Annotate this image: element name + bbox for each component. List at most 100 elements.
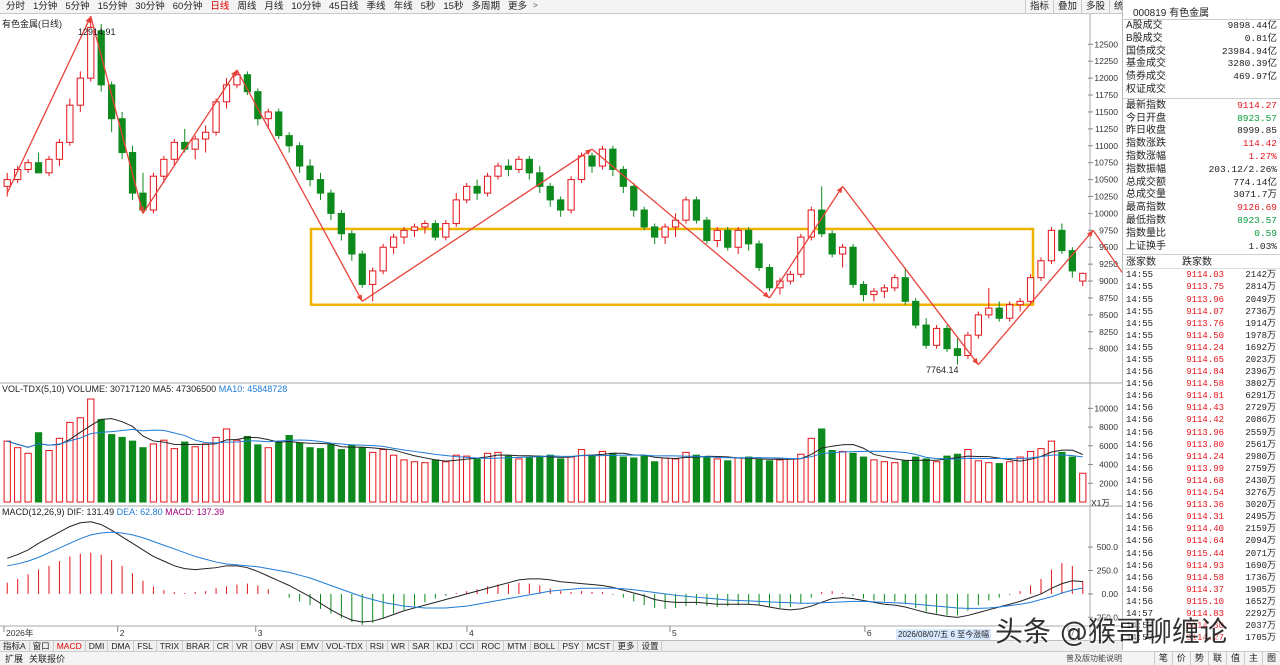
period-tab[interactable]: 日线	[206, 1, 233, 13]
indicator-tab[interactable]: BOLL	[531, 641, 560, 651]
tool-button[interactable]: 叠加	[1052, 0, 1081, 14]
volume-bar	[577, 449, 586, 503]
index-name: 有色金属	[1169, 8, 1210, 19]
indicator-tab[interactable]: SAR	[409, 641, 434, 651]
chevron-right-icon[interactable]: >	[531, 1, 538, 13]
tick-row: 14:56 9114.58 3802万	[1123, 378, 1280, 390]
y-tick-label: 9250	[1099, 259, 1118, 269]
chart-area[interactable]: 12500 12250 12000 11750 11500 11250 11000 10750…	[0, 14, 1122, 640]
indicator-tab[interactable]: KDJ	[434, 641, 457, 651]
indicator-tab[interactable]: FSL	[134, 641, 157, 651]
candle-body	[985, 307, 993, 316]
indicator-tab[interactable]: WR	[388, 641, 410, 651]
indicator-tab[interactable]: CCI	[457, 641, 479, 651]
indicator-tab[interactable]: RSI	[367, 641, 388, 651]
tick-row: 14:55 9114.50 1978万	[1123, 330, 1280, 342]
bottom-right-button[interactable]: 主	[1243, 652, 1262, 665]
indicator-tab[interactable]: MACD	[54, 641, 86, 651]
stat-label: 最高指数	[1126, 202, 1166, 214]
period-tab[interactable]: 45日线	[325, 1, 363, 13]
period-tab[interactable]: 60分钟	[169, 1, 207, 13]
indicator-tab[interactable]: PSY	[559, 641, 584, 651]
volume-bar	[995, 463, 1003, 503]
indicator-tab[interactable]: OBV	[252, 641, 277, 651]
period-tab[interactable]: 15分钟	[94, 1, 132, 13]
tick-time: 14:55	[1126, 342, 1154, 353]
indicator-tab[interactable]: MTM	[504, 641, 531, 651]
period-tab[interactable]: 5分钟	[61, 1, 93, 13]
period-tab[interactable]: 周线	[233, 1, 260, 13]
indicator-tab[interactable]: 指标A	[0, 641, 30, 651]
indicator-tab[interactable]: 设置	[638, 641, 663, 651]
period-tab[interactable]: 多周期	[467, 1, 504, 13]
period-tab[interactable]: 年线	[390, 1, 417, 13]
indicator-tab[interactable]: 窗口	[30, 641, 54, 651]
candle-body	[348, 233, 356, 255]
bottom-right-button[interactable]: 价	[1171, 652, 1190, 665]
period-tab[interactable]: 15秒	[439, 1, 467, 13]
volume-bar	[849, 452, 857, 503]
indicator-tab[interactable]: MCST	[583, 641, 615, 651]
indicator-tab[interactable]: VR	[233, 641, 252, 651]
candle-body	[964, 334, 972, 356]
watermark: 头条 @猴哥聊缠论	[995, 615, 1228, 648]
bottom-note[interactable]: 普及版功能说明	[1066, 653, 1122, 664]
indicator-tab[interactable]: BRAR	[183, 641, 214, 651]
period-tab[interactable]: 更多	[504, 1, 531, 13]
bottom-right-button[interactable]: 联	[1207, 652, 1226, 665]
tool-button[interactable]: 指标	[1024, 0, 1053, 14]
chart-svg[interactable]: 12500 12250 12000 11750 11500 11250 11000 10750…	[0, 14, 1122, 640]
indicator-tab[interactable]: TRIX	[157, 641, 184, 651]
volume-bar	[160, 439, 168, 503]
index-code: 000819	[1133, 8, 1167, 19]
date-axis-label: 6	[867, 628, 872, 638]
period-tab[interactable]: 分时	[2, 1, 29, 13]
date-axis-label: 2	[120, 628, 125, 638]
tick-volume: 2559万	[1245, 427, 1276, 438]
period-tab[interactable]: 季线	[363, 1, 390, 13]
candle-body	[24, 162, 32, 170]
bottom-right-button[interactable]: 笔	[1153, 652, 1172, 665]
volume-bar	[149, 443, 158, 503]
y-tick-label: 11750	[1095, 90, 1118, 100]
tick-time: 14:55	[1126, 294, 1154, 305]
indicator-tab[interactable]: DMI	[86, 641, 109, 651]
candle-body	[797, 236, 805, 275]
tick-list[interactable]: 14:55 9114.03 2142万 14:55 9113.75 2814万 14:55 9…	[1123, 269, 1280, 643]
period-tab[interactable]: 10分钟	[287, 1, 325, 13]
bottom-right-button[interactable]: 图	[1261, 652, 1280, 665]
arrow-head	[585, 149, 592, 155]
period-tab[interactable]: 1分钟	[29, 1, 61, 13]
period-tab[interactable]: 30分钟	[131, 1, 169, 13]
stat-row: 总成交量 3071.7万	[1123, 189, 1280, 202]
tick-volume: 2495万	[1245, 512, 1276, 523]
indicator-tab[interactable]: ROC	[478, 641, 505, 651]
bottom-right-button[interactable]: 势	[1189, 652, 1208, 665]
period-tabs: 分时 1分钟 5分钟 15分钟 30分钟 60分钟 日线 周线 月线 10分钟 45日线 季线 年线 5秒…	[2, 1, 538, 13]
candle-body	[463, 185, 471, 201]
period-tab[interactable]: 5秒	[417, 1, 440, 13]
volume-bar	[201, 443, 210, 503]
tool-button[interactable]: 多股	[1080, 0, 1109, 14]
candle-body	[275, 111, 283, 137]
indicator-tab[interactable]: EMV	[298, 641, 323, 651]
bottom-button[interactable]: 关联报价	[26, 653, 68, 665]
stat-label: 国债成交	[1126, 45, 1166, 57]
period-tab[interactable]: 月线	[260, 1, 287, 13]
indicator-tab[interactable]: VOL-TDX	[323, 641, 367, 651]
vol-tick-label: 6000	[1099, 441, 1118, 451]
indicator-tab[interactable]: 更多	[614, 641, 639, 651]
stat-row: 今日开盘 8923.57	[1123, 113, 1280, 126]
tick-row: 14:56 9115.44 2071万	[1123, 548, 1280, 560]
bottom-right-button[interactable]: 值	[1225, 652, 1244, 665]
candle-body	[400, 229, 408, 238]
bottom-button[interactable]: 扩展	[2, 653, 26, 665]
indicator-tab[interactable]: CR	[214, 641, 234, 651]
indicator-tab[interactable]: DMA	[108, 641, 135, 651]
macd-tick-label: 0.00	[1101, 589, 1118, 599]
advancers-header: 涨家数	[1126, 257, 1156, 269]
indicator-tab[interactable]: ASI	[277, 641, 298, 651]
y-tick-label: 8750	[1099, 293, 1118, 303]
volume-bar	[66, 421, 74, 503]
tick-time: 14:56	[1126, 524, 1154, 535]
